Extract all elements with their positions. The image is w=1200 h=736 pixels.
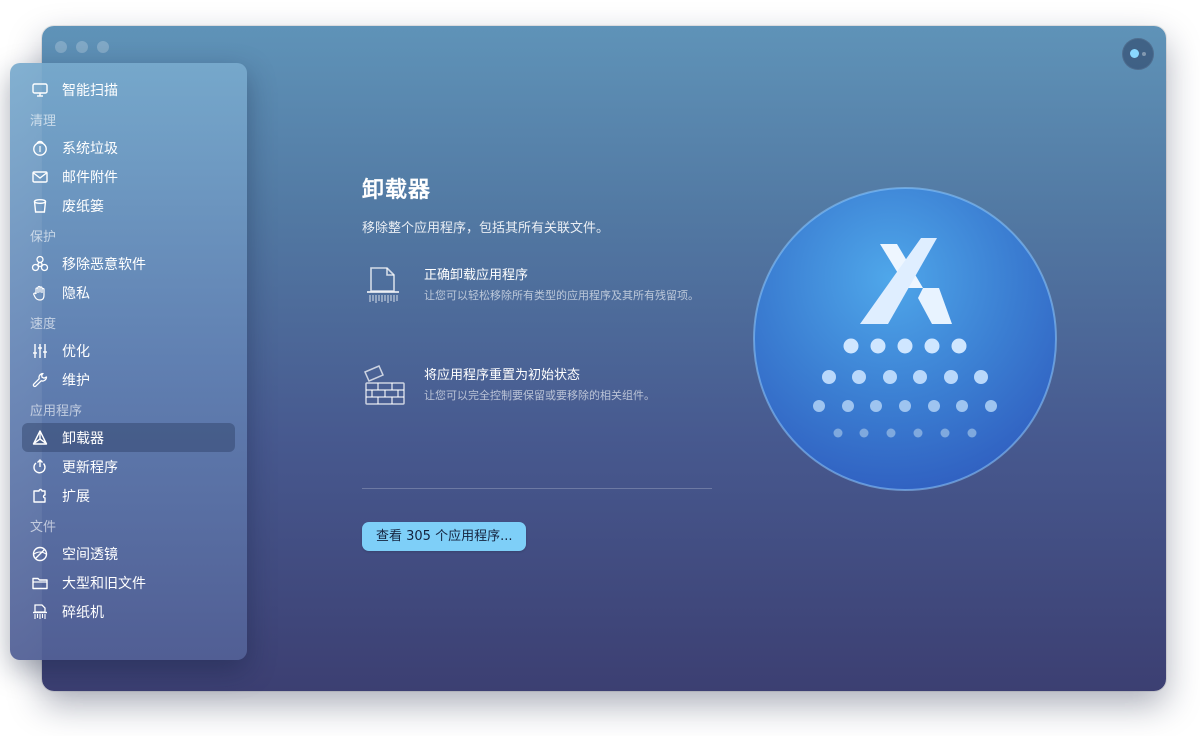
sidebar-item-extensions[interactable]: 扩展 [22, 481, 235, 510]
sidebar-item-updater[interactable]: 更新程序 [22, 452, 235, 481]
mail-icon [31, 168, 49, 186]
sidebar-item-label: 维护 [62, 372, 90, 389]
sidebar-item-uninstaller[interactable]: 卸载器 [22, 423, 235, 452]
feature-title: 将应用程序重置为初始状态 [424, 368, 581, 383]
window-controls [55, 41, 109, 53]
sidebar-item-trash[interactable]: 废纸篓 [22, 191, 235, 220]
folder-icon [31, 574, 49, 592]
sidebar-item-label: 智能扫描 [62, 82, 118, 99]
sidebar-section-cleanup: 清理 [30, 114, 57, 129]
hand-icon [31, 284, 49, 302]
sidebar-item-optimization[interactable]: 优化 [22, 336, 235, 365]
sidebar-section-files: 文件 [30, 520, 57, 535]
sidebar-section-applications: 应用程序 [30, 404, 83, 419]
sidebar-item-space-lens[interactable]: 空间透镜 [22, 539, 235, 568]
uninstaller-hero-illustration [752, 186, 1058, 492]
sidebar-item-privacy[interactable]: 隐私 [22, 278, 235, 307]
minimize-window-button[interactable] [76, 41, 88, 53]
trash-icon [31, 197, 49, 215]
sidebar-item-label: 移除恶意软件 [62, 256, 146, 273]
main-content: 卸载器 移除整个应用程序，包括其所有关联文件。 正确卸载应用程序 让您可以轻松移… [362, 172, 712, 551]
space-lens-icon [31, 545, 49, 563]
sidebar-item-system-junk[interactable]: 系统垃圾 [22, 133, 235, 162]
sidebar-item-malware-removal[interactable]: 移除恶意软件 [22, 249, 235, 278]
sidebar-item-label: 大型和旧文件 [62, 575, 146, 592]
brick-wall-icon [362, 364, 406, 408]
biohazard-icon [31, 255, 49, 273]
system-junk-icon [31, 139, 49, 157]
sidebar-section-protection: 保护 [30, 230, 57, 245]
sidebar-item-label: 优化 [62, 343, 90, 360]
zoom-window-button[interactable] [97, 41, 109, 53]
divider [362, 488, 712, 489]
updater-icon [31, 458, 49, 476]
feature-description: 让您可以轻松移除所有类型的应用程序及其所有残留项。 [424, 289, 699, 302]
sidebar-section-speed: 速度 [30, 317, 57, 332]
extensions-icon [31, 487, 49, 505]
sidebar-item-label: 扩展 [62, 488, 90, 505]
sidebar-item-shredder[interactable]: 碎纸机 [22, 597, 235, 626]
monitor-icon [31, 81, 49, 99]
feature-description: 让您可以完全控制要保留或要移除的相关组件。 [424, 389, 655, 402]
page-title: 卸载器 [362, 178, 432, 203]
sidebar-item-label: 碎纸机 [62, 604, 104, 621]
assistant-button[interactable] [1122, 38, 1154, 70]
shredded-document-icon [362, 264, 406, 308]
sidebar-item-large-old-files[interactable]: 大型和旧文件 [22, 568, 235, 597]
sidebar-item-label: 废纸篓 [62, 198, 104, 215]
sidebar-item-label: 空间透镜 [62, 546, 118, 563]
sidebar-item-mail-attachments[interactable]: 邮件附件 [22, 162, 235, 191]
sliders-icon [31, 342, 49, 360]
wrench-icon [31, 371, 49, 389]
shredder-icon [31, 603, 49, 621]
sidebar-item-label: 邮件附件 [62, 169, 118, 186]
sidebar: 智能扫描 清理 系统垃圾 邮件附件 废纸篓 保护 移除恶意软件 隐私 速度 优化… [10, 63, 247, 660]
sidebar-item-label: 更新程序 [62, 459, 118, 476]
view-apps-button[interactable]: 查看 305 个应用程序... [362, 522, 527, 551]
sidebar-item-label: 隐私 [62, 285, 90, 302]
feature-title: 正确卸载应用程序 [424, 268, 529, 283]
sidebar-item-maintenance[interactable]: 维护 [22, 365, 235, 394]
sidebar-item-label: 系统垃圾 [62, 140, 118, 157]
close-window-button[interactable] [55, 41, 67, 53]
page-subtitle: 移除整个应用程序，包括其所有关联文件。 [362, 221, 610, 236]
sidebar-item-label: 卸载器 [62, 430, 104, 447]
uninstaller-icon [31, 429, 49, 447]
sidebar-item-smart-scan[interactable]: 智能扫描 [22, 75, 235, 104]
